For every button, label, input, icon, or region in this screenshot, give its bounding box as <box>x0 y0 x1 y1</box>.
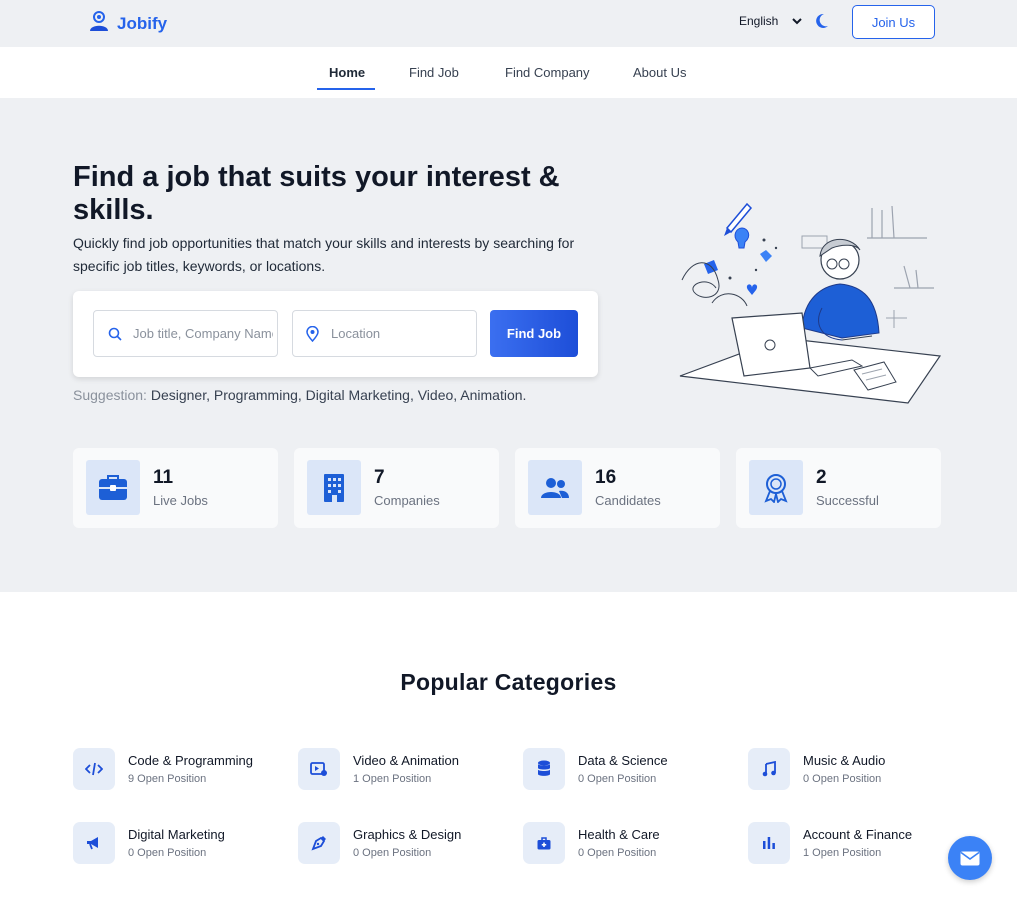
categories-title: Popular Categories <box>400 669 617 695</box>
stat-card-candidates: 16 Candidates <box>515 448 720 528</box>
find-job-button[interactable]: Find Job <box>490 310 578 357</box>
hero-section: Find a job that suits your interest & sk… <box>0 98 1017 592</box>
logo-icon <box>88 10 110 37</box>
category-count: 1 Open Position <box>353 773 432 785</box>
nav-home[interactable]: Home <box>329 65 365 80</box>
stat-value: 16 <box>595 467 617 488</box>
category-count: 0 Open Position <box>578 847 657 859</box>
users-icon <box>528 460 582 515</box>
category-name: Health & Care <box>578 827 660 842</box>
code-icon <box>73 748 115 790</box>
category-count: 9 Open Position <box>128 773 207 785</box>
category-name: Code & Programming <box>128 753 253 768</box>
category-item[interactable]: Graphics & Design 0 Open Position <box>298 822 508 867</box>
hero-illustration <box>672 198 947 413</box>
video-icon <box>298 748 340 790</box>
building-icon <box>307 460 361 515</box>
language-label: English <box>739 14 779 28</box>
briefcase-icon <box>86 460 140 515</box>
location-pin-icon <box>306 325 319 342</box>
category-name: Graphics & Design <box>353 827 462 842</box>
keyword-input[interactable] <box>133 326 273 341</box>
logo[interactable]: Jobify <box>88 10 167 37</box>
hero-subtitle: Quickly find job opportunities that matc… <box>73 235 575 274</box>
category-item[interactable]: Data & Science 0 Open Position <box>523 748 733 793</box>
location-input[interactable] <box>331 326 471 341</box>
envelope-icon <box>960 851 980 866</box>
top-bar: Jobify English Join Us <box>0 0 1017 47</box>
megaphone-icon <box>73 822 115 864</box>
category-count: 1 Open Position <box>803 847 882 859</box>
category-item[interactable]: Account & Finance 1 Open Position <box>748 822 958 867</box>
hero-title: Find a job that suits your interest & sk… <box>73 161 560 226</box>
language-select[interactable]: English <box>739 14 803 28</box>
nav-about-us[interactable]: About Us <box>633 65 686 80</box>
category-name: Account & Finance <box>803 827 913 842</box>
join-us-button[interactable]: Join Us <box>852 5 935 39</box>
pen-nib-icon <box>298 822 340 864</box>
bar-chart-icon <box>748 822 790 864</box>
category-item[interactable]: Digital Marketing 0 Open Position <box>73 822 283 867</box>
stat-card-successful: 2 Successful <box>736 448 941 528</box>
category-item[interactable]: Code & Programming 9 Open Position <box>73 748 283 793</box>
category-count: 0 Open Position <box>803 773 882 785</box>
stat-label: Live Jobs <box>153 493 208 508</box>
stat-label: Successful <box>816 493 879 508</box>
logo-text: Jobify <box>117 13 168 33</box>
suggestion-label: Suggestion: <box>73 387 147 403</box>
category-name: Video & Animation <box>353 753 459 768</box>
main-nav: Home Find Job Find Company About Us <box>0 47 1017 98</box>
category-name: Music & Audio <box>803 753 886 768</box>
category-item[interactable]: Health & Care 0 Open Position <box>523 822 733 867</box>
stat-card-live-jobs: 11 Live Jobs <box>73 448 278 528</box>
stat-value: 11 <box>153 467 174 488</box>
category-item[interactable]: Video & Animation 1 Open Position <box>298 748 508 793</box>
moon-icon[interactable] <box>815 13 829 34</box>
nav-find-company[interactable]: Find Company <box>505 65 590 80</box>
category-name: Digital Marketing <box>128 827 225 842</box>
award-icon <box>749 460 803 515</box>
suggestion-line: Suggestion: Designer, Programming, Digit… <box>73 387 526 403</box>
stat-label: Companies <box>374 493 440 508</box>
suggestion-text: Designer, Programming, Digital Marketing… <box>150 387 527 403</box>
chevron-down-icon <box>792 14 803 28</box>
stat-value: 7 <box>374 467 385 488</box>
location-field[interactable] <box>292 310 477 357</box>
medical-kit-icon <box>523 822 565 864</box>
music-icon <box>748 748 790 790</box>
category-item[interactable]: Music & Audio 0 Open Position <box>748 748 958 793</box>
database-icon <box>523 748 565 790</box>
search-icon <box>108 327 122 341</box>
nav-find-job[interactable]: Find Job <box>409 65 459 80</box>
active-nav-indicator <box>317 88 375 90</box>
keyword-field[interactable] <box>93 310 278 357</box>
category-count: 0 Open Position <box>128 847 207 859</box>
stat-value: 2 <box>816 467 827 488</box>
stat-label: Candidates <box>595 493 661 508</box>
stat-card-companies: 7 Companies <box>294 448 499 528</box>
category-name: Data & Science <box>578 753 668 768</box>
search-card: Find Job <box>73 291 598 377</box>
category-count: 0 Open Position <box>578 773 657 785</box>
mail-button[interactable] <box>948 836 992 880</box>
category-count: 0 Open Position <box>353 847 432 859</box>
